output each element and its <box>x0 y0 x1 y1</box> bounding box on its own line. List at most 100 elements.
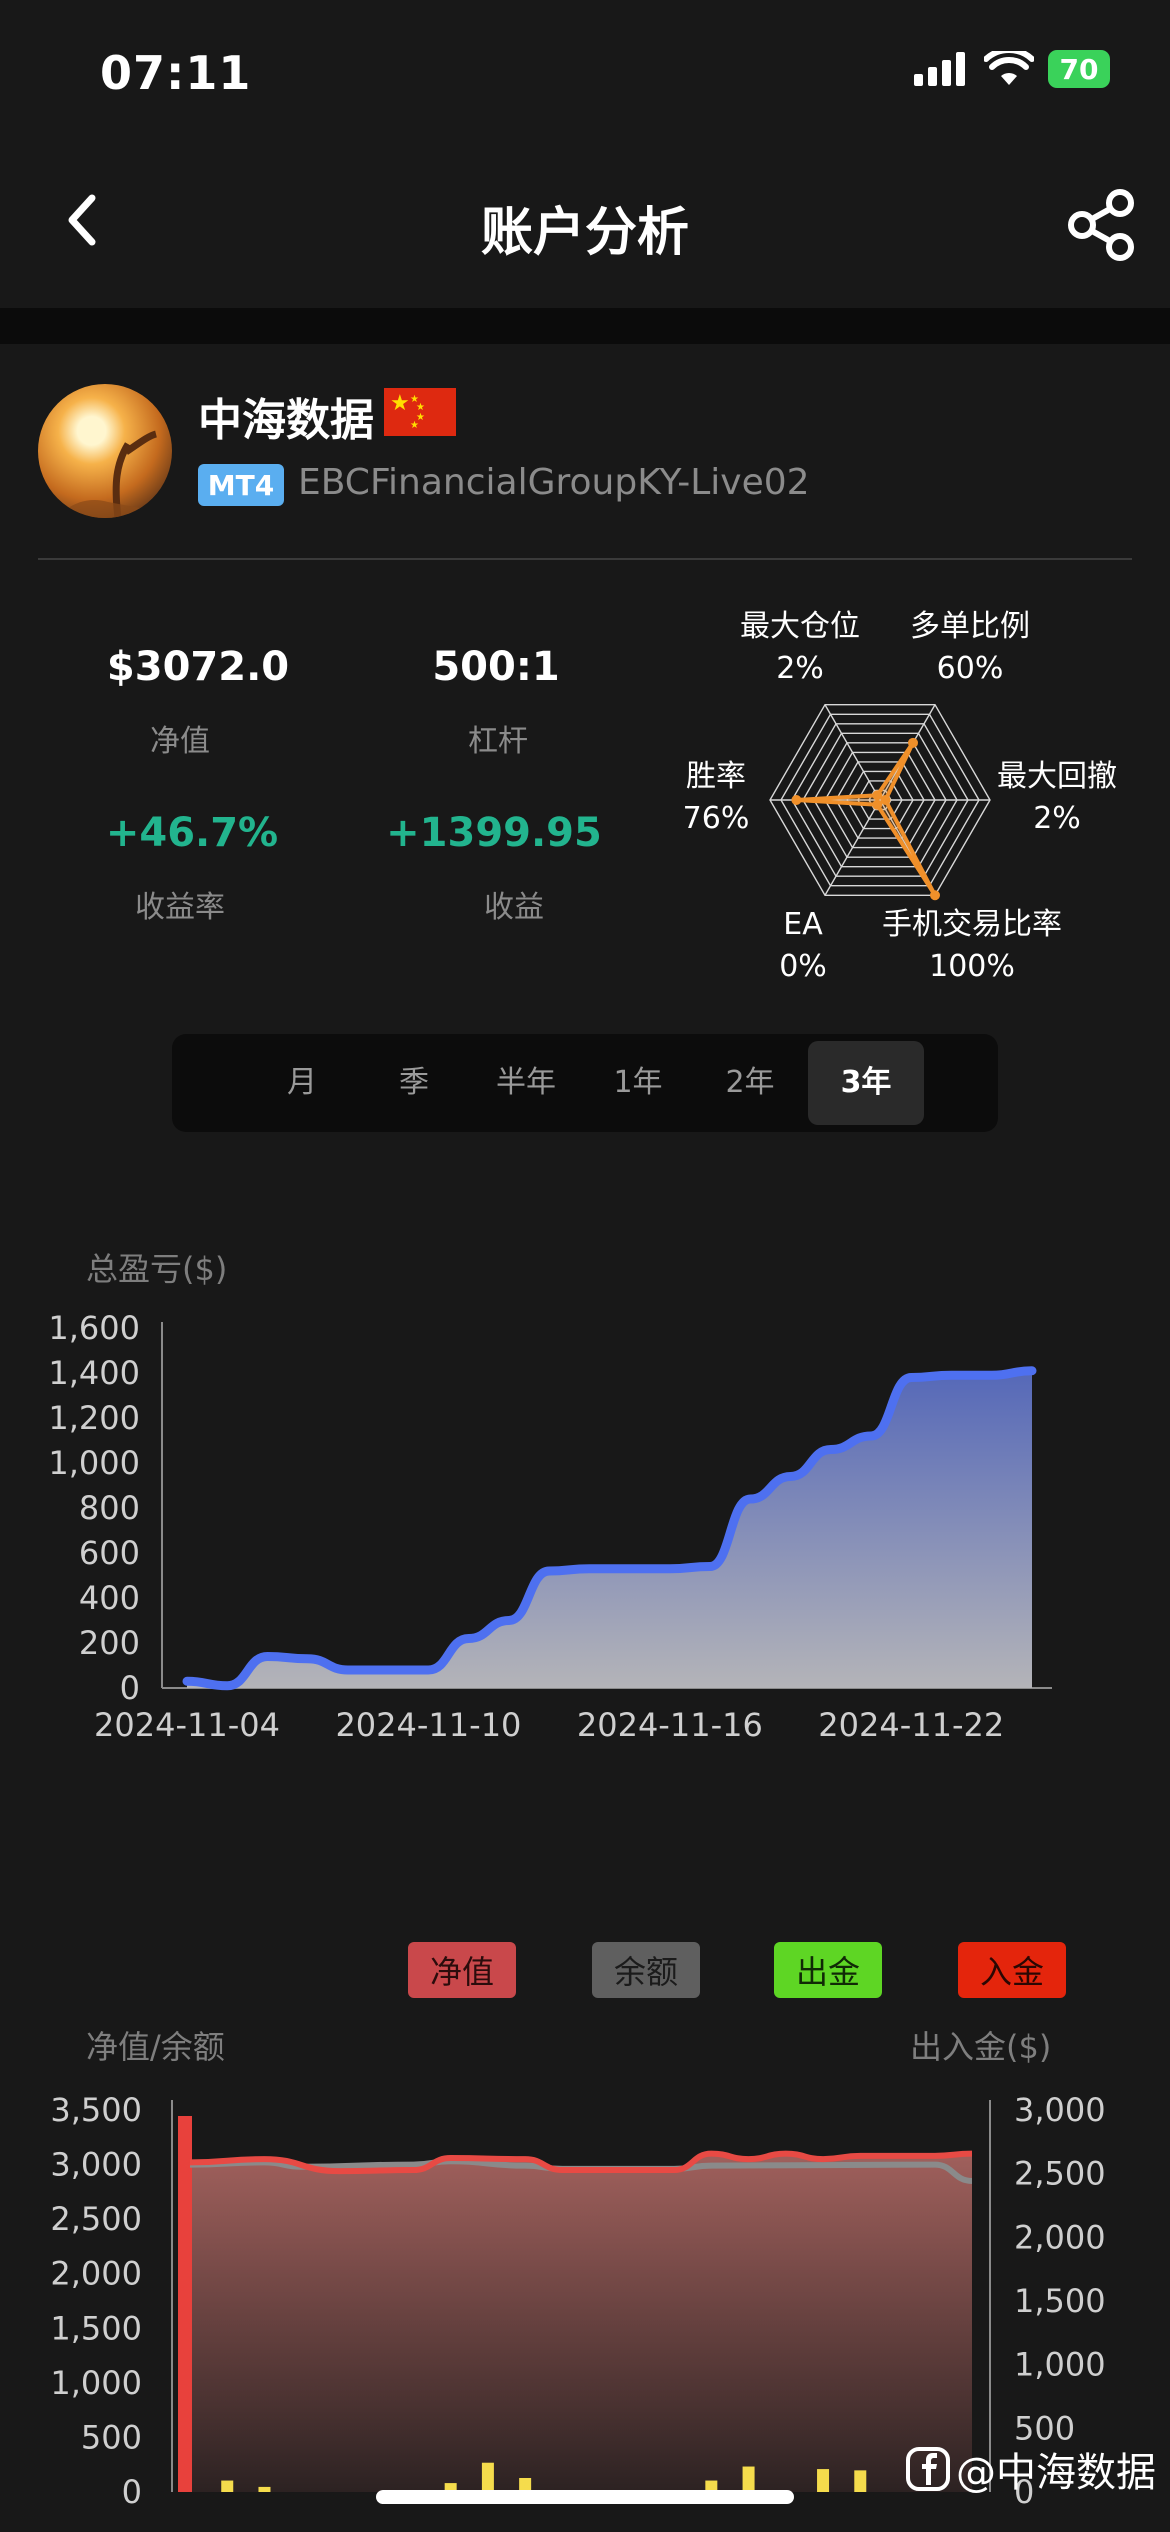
radar-label-max-position-name: 最大仓位 <box>740 609 860 644</box>
radar-label-win-rate: 胜率 76% <box>676 756 756 840</box>
pnl-x-tick: 2024-11-04 <box>94 1706 280 1744</box>
home-indicator[interactable] <box>376 2490 794 2504</box>
facebook-icon <box>906 2447 950 2491</box>
radar-label-ea: EA 0% <box>768 904 838 988</box>
pnl-y-tick: 800 <box>79 1489 140 1527</box>
funds-axis-title: 出入金($) <box>910 2028 1052 2066</box>
daily-bar <box>258 2486 271 2492</box>
leverage-value: 500:1 <box>432 644 560 690</box>
equity-area <box>190 2153 972 2492</box>
pnl-x-tick: 2024-11-10 <box>335 1706 521 1744</box>
return-rate-value: +46.7% <box>105 810 279 856</box>
deposit-bar <box>178 2116 192 2492</box>
pnl-axis-title: 总盈亏($) <box>86 1250 228 1288</box>
radar-label-mobile-ratio-name: 手机交易比率 <box>882 907 1062 942</box>
period-month[interactable]: 月 <box>252 1041 352 1125</box>
radar-label-mobile-ratio-value: 100% <box>929 949 1015 984</box>
radar-value-point <box>908 737 918 748</box>
battery-indicator: 70 <box>1048 50 1110 88</box>
radar-label-long-ratio-name: 多单比例 <box>910 609 1030 644</box>
profit-value: +1399.95 <box>386 810 602 856</box>
pnl-y-tick: 1,400 <box>48 1354 140 1392</box>
radar-value-point <box>930 890 940 901</box>
period-quarter[interactable]: 季 <box>364 1041 464 1125</box>
period-1-year[interactable]: 1年 <box>588 1041 688 1125</box>
legend-withdrawal[interactable]: 出金 <box>774 1942 882 1998</box>
equity-value: $3072.0 <box>106 644 290 690</box>
platform-badge: MT4 <box>198 464 284 506</box>
equity-right-tick: 2,500 <box>1014 2155 1106 2193</box>
share-icon[interactable] <box>1062 185 1142 265</box>
pnl-y-tick: 1,000 <box>48 1444 140 1482</box>
profile-name: 中海数据 <box>198 395 374 446</box>
daily-bar <box>221 2480 234 2492</box>
watermark-handle: @中海数据 <box>956 2450 1156 2496</box>
radar-chart <box>769 704 991 901</box>
pnl-y-tick: 200 <box>79 1624 140 1662</box>
equity-left-tick: 0 <box>122 2473 142 2511</box>
avatar <box>38 384 172 518</box>
profit-label: 收益 <box>484 890 544 925</box>
section-divider <box>0 308 1170 344</box>
radar-label-max-position: 最大仓位 2% <box>730 606 870 690</box>
equity-left-tick: 3,000 <box>50 2146 142 2184</box>
period-3-year[interactable]: 3年 <box>808 1041 924 1125</box>
pnl-chart: 1,6001,4001,2001,00080060040020002024-11… <box>48 1309 1052 1744</box>
equity-right-tick: 3,000 <box>1014 2091 1106 2129</box>
equity-left-tick: 1,000 <box>50 2364 142 2402</box>
equity-left-tick: 2,000 <box>50 2255 142 2293</box>
equity-axis-title: 净值/余额 <box>86 2028 225 2066</box>
pnl-area <box>187 1370 1032 1688</box>
radar-label-max-position-value: 2% <box>776 651 824 686</box>
radar-label-mobile-ratio: 手机交易比率 100% <box>872 904 1072 988</box>
legend-balance[interactable]: 余额 <box>592 1942 700 1998</box>
avatar-tree-icon <box>58 430 172 518</box>
daily-bar <box>481 2462 494 2492</box>
pnl-y-tick: 600 <box>79 1534 140 1572</box>
radar-label-ea-name: EA <box>783 907 823 942</box>
pnl-y-tick: 1,600 <box>48 1309 140 1347</box>
battery-level: 70 <box>1059 52 1099 86</box>
equity-right-tick: 1,500 <box>1014 2282 1106 2320</box>
pnl-x-tick: 2024-11-16 <box>577 1706 763 1744</box>
leverage-label: 杠杆 <box>468 724 528 759</box>
radar-label-long-ratio: 多单比例 60% <box>900 606 1040 690</box>
radar-label-win-rate-value: 76% <box>682 801 750 836</box>
status-time: 07:11 <box>100 46 252 100</box>
radar-label-max-drawdown-value: 2% <box>1033 801 1081 836</box>
china-flag-icon: ★ ★ ★ ★ ★ <box>384 388 456 436</box>
daily-bar <box>817 2469 830 2492</box>
legend-equity[interactable]: 净值 <box>408 1942 516 1998</box>
account-name: EBCFinancialGroupKY-Live02 <box>298 462 810 503</box>
radar-value-area <box>794 740 937 898</box>
radar-label-max-drawdown-name: 最大回撤 <box>997 759 1117 794</box>
period-2-year[interactable]: 2年 <box>700 1041 800 1125</box>
daily-bar <box>854 2470 867 2492</box>
pnl-x-tick: 2024-11-22 <box>818 1706 1004 1744</box>
daily-bar <box>742 2466 755 2492</box>
page-title: 账户分析 <box>480 203 689 263</box>
equity-left-tick: 3,500 <box>50 2091 142 2129</box>
radar-label-long-ratio-value: 60% <box>936 651 1004 686</box>
status-icons: 70 <box>914 50 1110 88</box>
pnl-y-tick: 400 <box>79 1579 140 1617</box>
equity-label: 净值 <box>150 724 210 759</box>
radar-value-point <box>872 799 883 810</box>
equity-left-tick: 500 <box>81 2418 142 2456</box>
period-half-year[interactable]: 半年 <box>476 1041 576 1125</box>
equity-left-tick: 1,500 <box>50 2309 142 2347</box>
equity-left-tick: 2,500 <box>50 2200 142 2238</box>
equity-right-tick: 2,000 <box>1014 2218 1106 2256</box>
radar-label-max-drawdown: 最大回撤 2% <box>992 756 1122 840</box>
radar-label-win-rate-name: 胜率 <box>686 759 746 794</box>
watermark: @中海数据 <box>906 2440 1156 2498</box>
equity-right-tick: 1,000 <box>1014 2346 1106 2384</box>
return-rate-label: 收益率 <box>135 890 225 925</box>
pnl-y-tick: 0 <box>120 1669 140 1707</box>
wifi-icon <box>984 51 1034 85</box>
radar-label-ea-value: 0% <box>779 949 827 984</box>
signal-icon <box>914 52 965 86</box>
radar-value-point <box>791 795 802 805</box>
legend-deposit[interactable]: 入金 <box>958 1942 1066 1998</box>
pnl-y-tick: 1,200 <box>48 1399 140 1437</box>
